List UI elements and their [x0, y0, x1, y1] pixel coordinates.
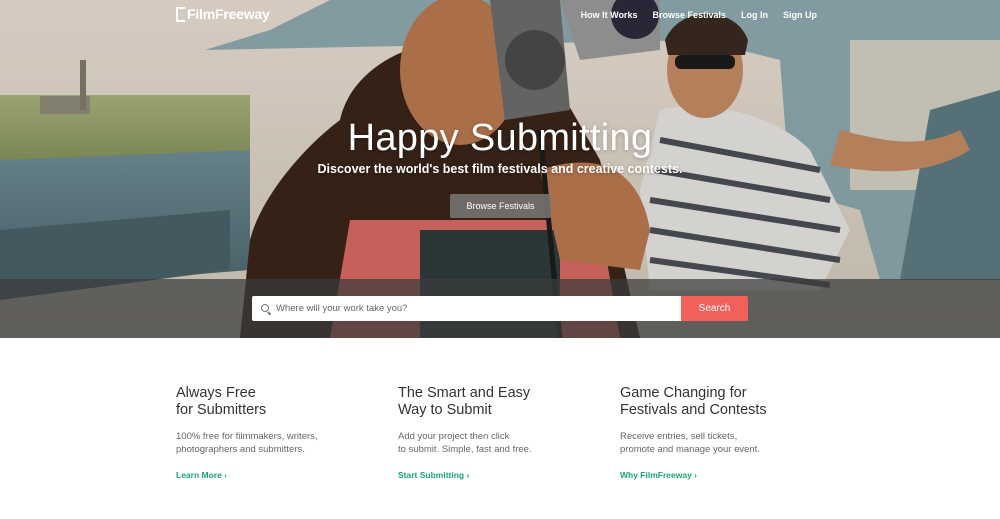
feature-description-line: promote and manage your event. — [620, 443, 760, 455]
features-section: Always Free for Submitters 100% free for… — [0, 338, 1000, 519]
nav-browse-festivals[interactable]: Browse Festivals — [652, 10, 726, 20]
search-icon — [261, 303, 271, 314]
feature-game-changing: Game Changing for Festivals and Contests… — [620, 385, 820, 483]
learn-more-link[interactable]: Learn More › — [176, 470, 227, 480]
feature-description: Add your project then click to submit. S… — [398, 431, 598, 456]
search-input[interactable] — [276, 303, 676, 314]
feature-title-line: Always Free — [176, 385, 256, 401]
top-navigation: FilmFreeway How It Works Browse Festival… — [0, 0, 1000, 32]
start-submitting-link[interactable]: Start Submitting › — [398, 470, 469, 480]
feature-title-line: for Submitters — [176, 402, 267, 418]
feature-title-line: The Smart and Easy — [398, 385, 531, 401]
search-box[interactable] — [252, 296, 682, 321]
feature-title-line: Game Changing for — [620, 385, 747, 401]
feature-description-line: 100% free for filmmakers, writers, — [176, 431, 318, 442]
feature-title: Always Free for Submitters — [176, 385, 376, 419]
logo-mark-icon — [176, 6, 185, 22]
search-button[interactable]: Search — [681, 296, 748, 321]
feature-title: Game Changing for Festivals and Contests — [620, 385, 820, 419]
nav-how-it-works[interactable]: How It Works — [581, 10, 638, 20]
feature-description-line: Add your project then click — [398, 431, 510, 442]
browse-festivals-button[interactable]: Browse Festivals — [450, 194, 551, 218]
feature-description-line: to submit. Simple, fast and free. — [398, 443, 532, 455]
filmfreeway-logo[interactable]: FilmFreeway — [176, 6, 270, 22]
hero-title: Happy Submitting — [347, 117, 653, 159]
hero-section: FilmFreeway How It Works Browse Festival… — [0, 0, 1000, 338]
feature-description-line: Receive entries, sell tickets, — [620, 431, 738, 442]
feature-always-free: Always Free for Submitters 100% free for… — [176, 385, 376, 483]
nav-log-in[interactable]: Log In — [741, 10, 768, 20]
feature-description: 100% free for filmmakers, writers, photo… — [176, 431, 376, 456]
feature-description-line: photographers and submitters. — [176, 443, 305, 455]
nav-links: How It Works Browse Festivals Log In Sig… — [581, 10, 817, 20]
hero-subtitle: Discover the world's best film festivals… — [317, 162, 683, 176]
feature-title-line: Festivals and Contests — [620, 402, 767, 418]
logo-text: FilmFreeway — [187, 6, 270, 22]
nav-sign-up[interactable]: Sign Up — [783, 10, 817, 20]
feature-smart-and-easy: The Smart and Easy Way to Submit Add you… — [398, 385, 598, 483]
why-filmfreeway-link[interactable]: Why FilmFreeway › — [620, 470, 697, 480]
feature-description: Receive entries, sell tickets, promote a… — [620, 431, 820, 456]
feature-title-line: Way to Submit — [398, 402, 492, 418]
feature-title: The Smart and Easy Way to Submit — [398, 385, 598, 419]
